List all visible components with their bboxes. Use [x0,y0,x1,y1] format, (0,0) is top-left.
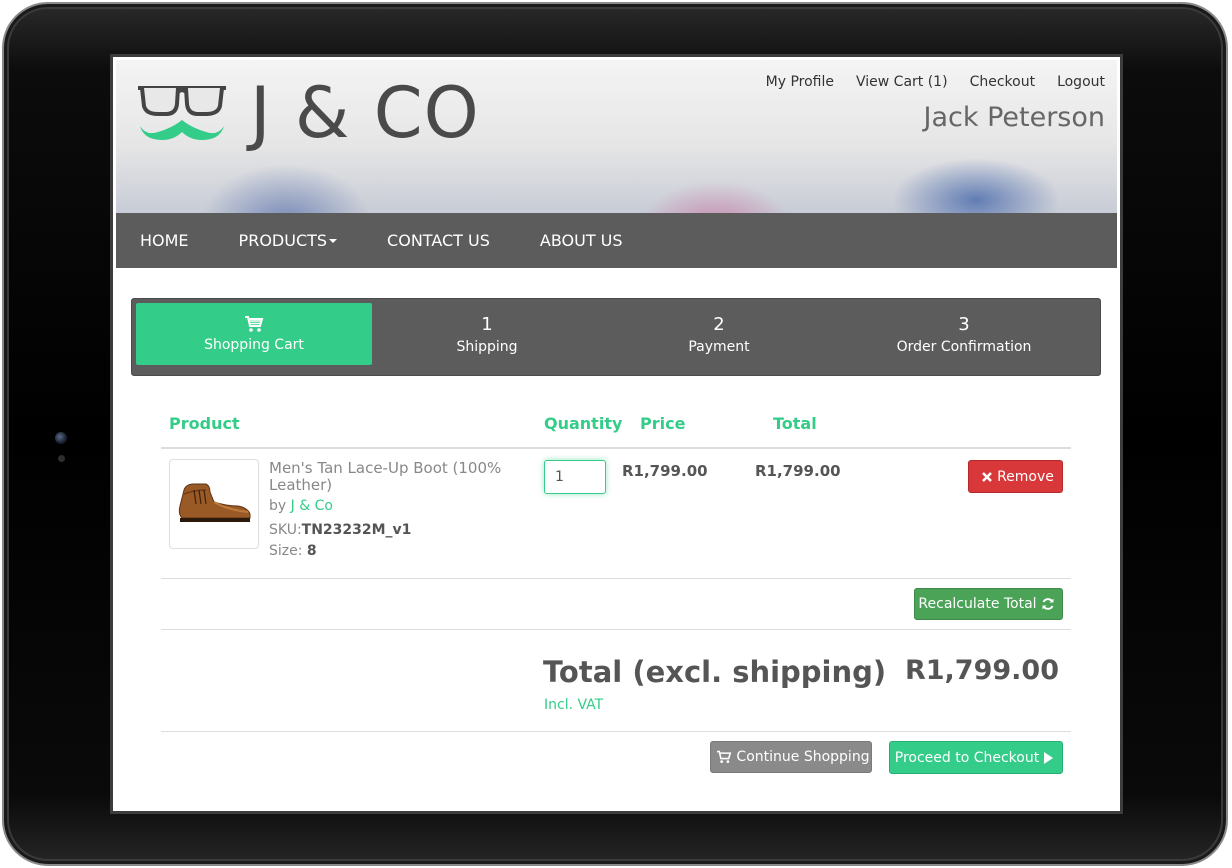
step-label: Order Confirmation [896,338,1032,355]
user-name: Jack Peterson [923,102,1106,133]
account-links: My Profile View Cart (1) Checkout Logout [766,74,1105,90]
item-price: R1,799.00 [622,462,708,480]
nav-about-label: ABOUT US [539,231,623,250]
proceed-label: Proceed to Checkout [894,749,1040,766]
nav-contact[interactable]: CONTACT US [387,231,490,250]
brand-name: J & CO [250,72,480,154]
step-shipping[interactable]: 1 Shipping [382,303,592,365]
main-nav: HOME PRODUCTS CONTACT US ABOUT US [116,213,1117,268]
step-payment[interactable]: 2 Payment [614,303,824,365]
view-cart-link[interactable]: View Cart (1) [856,74,948,90]
play-arrow-icon [1044,751,1054,764]
recalc-label: Recalculate Total [918,596,1037,612]
col-product: Product [169,414,240,433]
continue-label: Continue Shopping [736,749,870,765]
product-brand: by J & Co [269,498,333,514]
cart-icon [245,316,264,332]
cart-icon [717,750,732,764]
remove-label: Remove [997,468,1054,485]
by-label: by [269,498,287,514]
sku-value: TN23232M_v1 [301,522,412,538]
continue-shopping-button[interactable]: Continue Shopping [710,741,872,773]
item-total: R1,799.00 [755,462,841,480]
grand-total-value: R1,799.00 [904,655,1059,686]
step-number: 1 [481,313,493,335]
nav-home[interactable]: HOME [140,231,189,250]
browser-viewport: J & CO My Profile View Cart (1) Checkout… [110,54,1123,814]
nav-products-label: PRODUCTS [238,231,328,250]
nav-products[interactable]: PRODUCTS [239,231,338,250]
nav-contact-label: CONTACT US [387,231,490,250]
logout-link[interactable]: Logout [1057,74,1105,90]
front-camera [55,432,67,444]
sku-label: SKU: [269,522,302,538]
glasses-mustache-icon [138,86,226,140]
site-logo[interactable]: J & CO [136,72,480,154]
product-size: Size: 8 [269,543,317,559]
step-order-confirmation[interactable]: 3 Order Confirmation [854,303,1074,365]
size-value: 8 [306,543,317,559]
recalculate-total-button[interactable]: Recalculate Total [914,588,1063,620]
col-quantity: Quantity [544,414,623,433]
brand-link[interactable]: J & Co [291,498,333,514]
divider [161,447,1071,449]
step-shopping-cart[interactable]: Shopping Cart [136,303,372,365]
my-profile-link[interactable]: My Profile [766,74,834,90]
checkout-link[interactable]: Checkout [970,74,1036,90]
step-number: 3 [958,313,970,335]
step-label: Payment [688,338,750,355]
size-label: Size: [269,543,303,559]
caret-down-icon [329,238,338,243]
vat-note: Incl. VAT [544,697,604,713]
checkout-stepper: Shopping Cart 1 Shipping 2 Payment 3 Ord… [131,298,1101,376]
step-label: Shopping Cart [204,337,304,353]
product-sku: SKU:TN23232M_v1 [269,522,411,538]
site-header: J & CO My Profile View Cart (1) Checkout… [116,60,1117,213]
boot-image [178,483,251,522]
divider [161,731,1071,732]
cart-table-header: Product Quantity Price Total [113,414,1120,450]
divider [161,629,1071,630]
nav-about[interactable]: ABOUT US [540,231,623,250]
divider [161,578,1071,579]
product-name-link[interactable]: Men's Tan Lace-Up Boot (100% Leather) [269,460,514,494]
col-price: Price [640,414,686,433]
step-number: 2 [713,313,725,335]
nav-home-label: HOME [140,231,189,250]
col-total: Total [773,414,817,433]
step-label: Shipping [456,338,518,355]
product-thumbnail[interactable] [169,459,259,549]
quantity-input[interactable] [544,460,606,494]
refresh-icon [1042,598,1054,610]
light-sensor [58,455,65,462]
proceed-to-checkout-button[interactable]: Proceed to Checkout [889,741,1063,774]
remove-button[interactable]: Remove [968,460,1063,493]
grand-total-label: Total (excl. shipping) [543,655,887,689]
close-icon [982,471,992,482]
